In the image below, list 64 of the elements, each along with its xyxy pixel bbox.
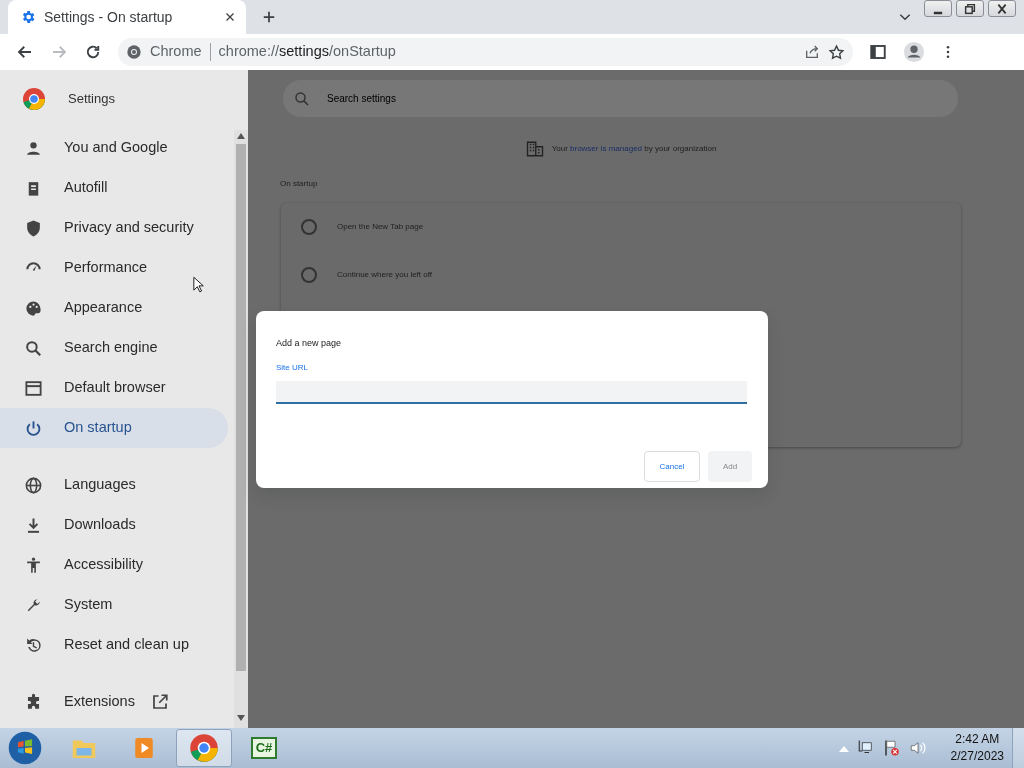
input-field[interactable] bbox=[276, 381, 747, 404]
sidebar-item[interactable]: Privacy and security bbox=[0, 208, 228, 248]
new-tab-icon[interactable] bbox=[262, 10, 276, 24]
search-icon bbox=[24, 338, 43, 358]
sidebar-item[interactable]: Search engine bbox=[0, 328, 228, 368]
sidebar-item[interactable]: Appearance bbox=[0, 288, 228, 328]
sidebar-item[interactable]: Languages bbox=[0, 465, 228, 505]
scrollbar-thumb[interactable] bbox=[236, 144, 246, 671]
radio-button[interactable] bbox=[301, 219, 317, 235]
external-link-icon[interactable] bbox=[150, 693, 169, 711]
close-button[interactable] bbox=[988, 0, 1016, 17]
flag-icon[interactable] bbox=[882, 739, 901, 757]
sidebar-item[interactable]: System bbox=[0, 585, 228, 625]
sidebar-item[interactable]: You and Google bbox=[0, 128, 228, 168]
power-icon bbox=[24, 418, 43, 438]
section-title: On startup bbox=[280, 178, 318, 190]
taskbar-app[interactable] bbox=[176, 729, 232, 767]
profile-icon[interactable] bbox=[903, 41, 925, 63]
cancel-button[interactable]: Cancel bbox=[644, 451, 700, 482]
sidebar-item[interactable]: Performance bbox=[0, 248, 228, 288]
chrome-logo-icon bbox=[22, 87, 46, 111]
minimize-icon bbox=[933, 10, 943, 15]
address-bar[interactable]: Chrome chrome://settings/onStartup bbox=[118, 38, 853, 66]
scrollbar[interactable] bbox=[234, 130, 248, 728]
sidebar-item[interactable]: Extensions bbox=[0, 682, 228, 722]
start-button[interactable] bbox=[8, 731, 42, 765]
cursor-icon bbox=[193, 276, 205, 294]
sidebar-item[interactable]: Accessibility bbox=[0, 545, 228, 585]
share-icon[interactable] bbox=[804, 44, 820, 60]
gear-icon bbox=[20, 9, 36, 25]
close-icon[interactable] bbox=[224, 11, 236, 23]
sidebar-item[interactable]: Default browser bbox=[0, 368, 228, 408]
chrome-icon bbox=[126, 44, 142, 60]
chrome-icon bbox=[189, 733, 219, 763]
taskbar-app[interactable]: C# bbox=[236, 729, 292, 767]
search-icon bbox=[293, 90, 311, 108]
star-icon[interactable] bbox=[828, 43, 845, 61]
shield-icon bbox=[24, 218, 43, 238]
settings-title: Settings bbox=[68, 90, 115, 109]
sidebar-item[interactable]: Autofill bbox=[0, 168, 228, 208]
scroll-down-icon[interactable] bbox=[237, 715, 245, 721]
accessibility-icon bbox=[24, 555, 43, 575]
globe-icon bbox=[24, 475, 43, 495]
sidebar-item[interactable]: On startup bbox=[0, 408, 228, 448]
palette-icon bbox=[24, 298, 43, 318]
sidebar-item[interactable]: Downloads bbox=[0, 505, 228, 545]
scroll-up-icon[interactable] bbox=[237, 133, 245, 139]
dialog-title: Add a new page bbox=[276, 337, 342, 350]
side-panel-icon[interactable] bbox=[869, 43, 887, 61]
speaker-icon[interactable] bbox=[908, 739, 927, 757]
option-label: Continue where you left off bbox=[337, 269, 433, 281]
radio-button[interactable] bbox=[301, 267, 317, 283]
window-icon bbox=[24, 378, 43, 398]
restore-button[interactable] bbox=[956, 0, 984, 17]
minimize-button[interactable] bbox=[924, 0, 952, 17]
back-icon[interactable] bbox=[16, 43, 34, 61]
browser-tab[interactable]: Settings - On startup bbox=[8, 0, 246, 34]
building-icon bbox=[525, 140, 544, 158]
sidebar-item[interactable]: Reset and clean up bbox=[0, 625, 228, 665]
search-field[interactable]: Search settings bbox=[283, 80, 958, 117]
option-label: Open the New Tab page bbox=[337, 221, 424, 233]
clock[interactable]: 2:42 AM 2/27/2023 bbox=[950, 731, 1004, 765]
field-label: Site URL bbox=[276, 362, 308, 374]
reload-icon[interactable] bbox=[84, 43, 102, 61]
